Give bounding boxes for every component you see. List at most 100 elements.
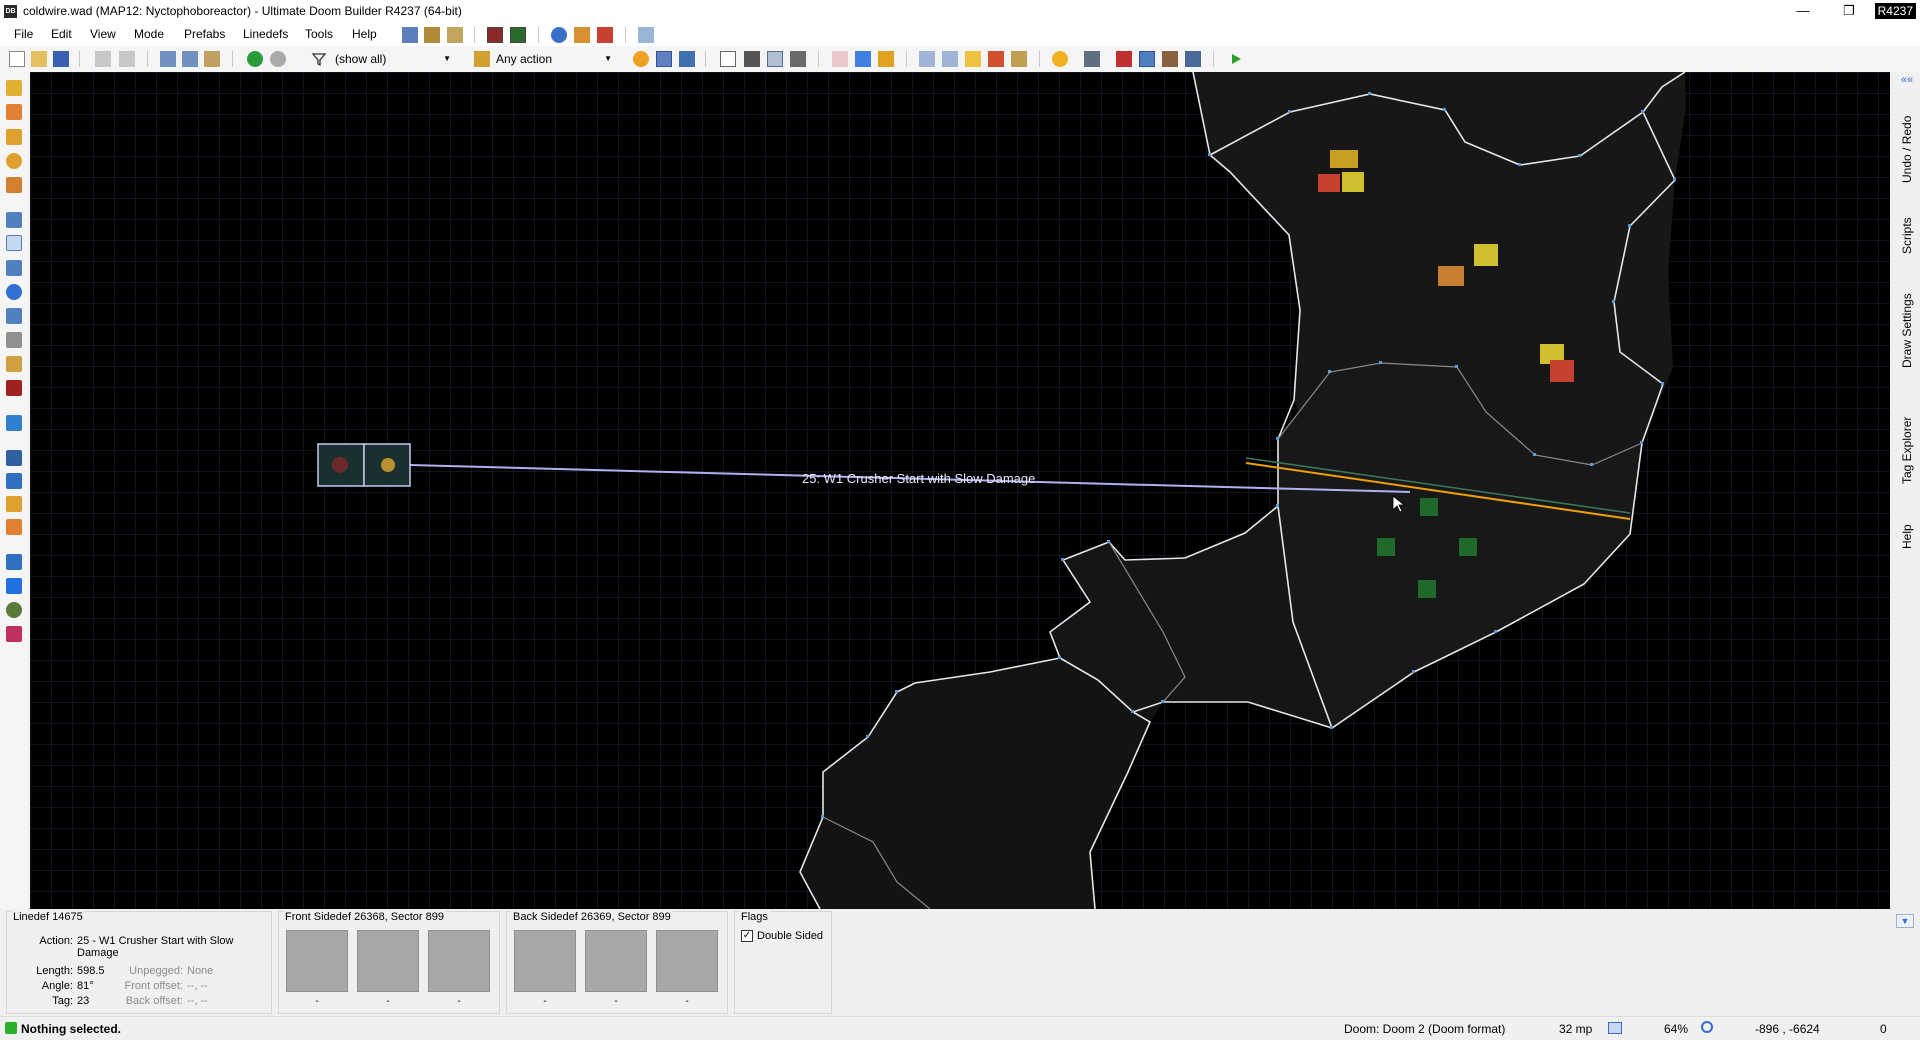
merge-icon[interactable]: [988, 51, 1004, 67]
make-door-icon[interactable]: [6, 332, 22, 348]
auto-align-icon[interactable]: [965, 51, 981, 67]
grid-icon[interactable]: [1608, 1022, 1622, 1034]
open-map-icon[interactable]: [31, 51, 47, 67]
things-mode-icon[interactable]: [6, 284, 22, 300]
brightness-icon[interactable]: [633, 51, 649, 67]
resources-icon[interactable]: [447, 27, 463, 43]
map-canvas[interactable]: 25: W1 Crusher Start with Slow Damage: [30, 72, 1890, 909]
draw-lines-icon[interactable]: [6, 80, 22, 96]
map-options-icon[interactable]: [424, 27, 440, 43]
models-icon[interactable]: [1084, 51, 1100, 67]
menu-file[interactable]: File: [14, 27, 33, 41]
zoom-icon[interactable]: [1701, 1021, 1713, 1033]
menu-tools[interactable]: Tools: [305, 27, 333, 41]
undo-icon[interactable]: [95, 51, 111, 67]
insert-previous-prefab-icon[interactable]: [270, 51, 286, 67]
draw-curve-icon[interactable]: [6, 104, 22, 120]
find-replace-icon[interactable]: [6, 554, 22, 570]
sound-propagation-icon[interactable]: [6, 356, 22, 372]
dynamic-lights-icon[interactable]: [1116, 51, 1132, 67]
view-ceilings-icon[interactable]: [790, 51, 806, 67]
action-filter-dropdown[interactable]: Any action ▼: [496, 50, 614, 68]
tab-scripts[interactable]: Scripts: [1896, 206, 1918, 266]
tab-tag-explorer[interactable]: Tag Explorer: [1896, 396, 1918, 504]
collapse-dock-icon[interactable]: ««: [1896, 74, 1918, 88]
sound-environment-icon[interactable]: [6, 380, 22, 396]
things-filter-dropdown[interactable]: (show all) ▼: [335, 50, 453, 68]
copy-icon[interactable]: [182, 51, 198, 67]
test-map-skill-icon[interactable]: [510, 27, 526, 43]
tab-undo-redo[interactable]: Undo / Redo: [1896, 102, 1918, 196]
play-icon[interactable]: [1228, 51, 1244, 67]
snap-to-grid-icon[interactable]: [679, 51, 695, 67]
draw-grid-icon[interactable]: [6, 177, 22, 193]
menu-mode[interactable]: Mode: [134, 27, 164, 41]
bridge-icon[interactable]: [6, 473, 22, 489]
front-middle-texture[interactable]: [357, 930, 419, 992]
paste-icon[interactable]: [204, 51, 220, 67]
copy-properties-icon[interactable]: [832, 51, 848, 67]
restore-button[interactable]: ❐: [1826, 0, 1872, 24]
make-sectors-icon[interactable]: [597, 27, 613, 43]
edit-selection-icon[interactable]: [6, 308, 22, 324]
grid-size[interactable]: 32 mp: [1559, 1022, 1592, 1036]
paste-properties-icon[interactable]: [855, 51, 871, 67]
sky-icon[interactable]: [1139, 51, 1155, 67]
view-normal-icon[interactable]: [720, 51, 736, 67]
tab-help[interactable]: Help: [1896, 514, 1918, 560]
menu-prefabs[interactable]: Prefabs: [184, 27, 225, 41]
collapse-info-panel-icon[interactable]: ▼: [1896, 914, 1914, 928]
minimize-button[interactable]: —: [1780, 0, 1826, 24]
color-picker-icon[interactable]: [6, 602, 22, 618]
test-map-icon[interactable]: [487, 27, 503, 43]
menu-view[interactable]: View: [90, 27, 116, 41]
terrain-icon[interactable]: [6, 450, 22, 466]
paste-special-icon[interactable]: [878, 51, 894, 67]
view-brightness-icon[interactable]: [744, 51, 760, 67]
visual-mode-icon[interactable]: [1011, 51, 1027, 67]
menu-linedefs[interactable]: Linedefs: [243, 27, 288, 41]
grid-increase-icon[interactable]: [919, 51, 935, 67]
linedef-colors-icon[interactable]: [474, 51, 490, 67]
visual-mode-cube-icon[interactable]: [6, 415, 22, 431]
back-lower-texture[interactable]: [656, 930, 718, 992]
cut-icon[interactable]: [160, 51, 176, 67]
menu-help[interactable]: Help: [352, 27, 377, 41]
tag-icon[interactable]: [638, 27, 654, 43]
redo-icon[interactable]: [119, 51, 135, 67]
fog-icon[interactable]: [1162, 51, 1178, 67]
game-configuration[interactable]: Doom: Doom 2 (Doom format): [1344, 1022, 1505, 1036]
threed-floor-icon[interactable]: [6, 519, 22, 535]
back-upper-texture[interactable]: [514, 930, 576, 992]
draw-rectangle-icon[interactable]: [6, 129, 22, 145]
zoom-level[interactable]: 64%: [1664, 1022, 1688, 1036]
sectors-mode-icon[interactable]: [6, 260, 22, 276]
lightbulb-icon[interactable]: [1052, 51, 1068, 67]
info-icon[interactable]: [1185, 51, 1201, 67]
save-map-icon[interactable]: [53, 51, 69, 67]
map-analysis-icon[interactable]: [6, 578, 22, 594]
insert-prefab-icon[interactable]: [247, 51, 263, 67]
curve-linedefs-icon[interactable]: [551, 27, 567, 43]
linedefs-mode-icon[interactable]: [6, 235, 22, 251]
script-editor-icon[interactable]: [402, 27, 418, 43]
new-map-icon[interactable]: [9, 51, 25, 67]
grid-toggle-icon[interactable]: [656, 51, 672, 67]
back-middle-texture[interactable]: [585, 930, 647, 992]
vertices-mode-icon[interactable]: [6, 212, 22, 228]
grid-decrease-icon[interactable]: [942, 51, 958, 67]
draw-ellipse-icon[interactable]: [6, 153, 22, 169]
front-lower-texture[interactable]: [428, 930, 490, 992]
front-upper-texture[interactable]: [286, 930, 348, 992]
grid-setup-icon[interactable]: [574, 27, 590, 43]
filter-icon[interactable]: [311, 51, 327, 67]
texture-browser-icon[interactable]: [6, 626, 22, 642]
tab-draw-settings[interactable]: Draw Settings: [1896, 276, 1918, 386]
menu-edit[interactable]: Edit: [51, 27, 72, 41]
chevron-down-icon: ▼: [604, 54, 612, 63]
view-floors-icon[interactable]: [767, 51, 783, 67]
tagged-sectors[interactable]: [317, 443, 411, 487]
map-view[interactable]: [30, 72, 1890, 909]
double-sided-checkbox[interactable]: ✓: [741, 930, 753, 942]
stair-builder-icon[interactable]: [6, 496, 22, 512]
